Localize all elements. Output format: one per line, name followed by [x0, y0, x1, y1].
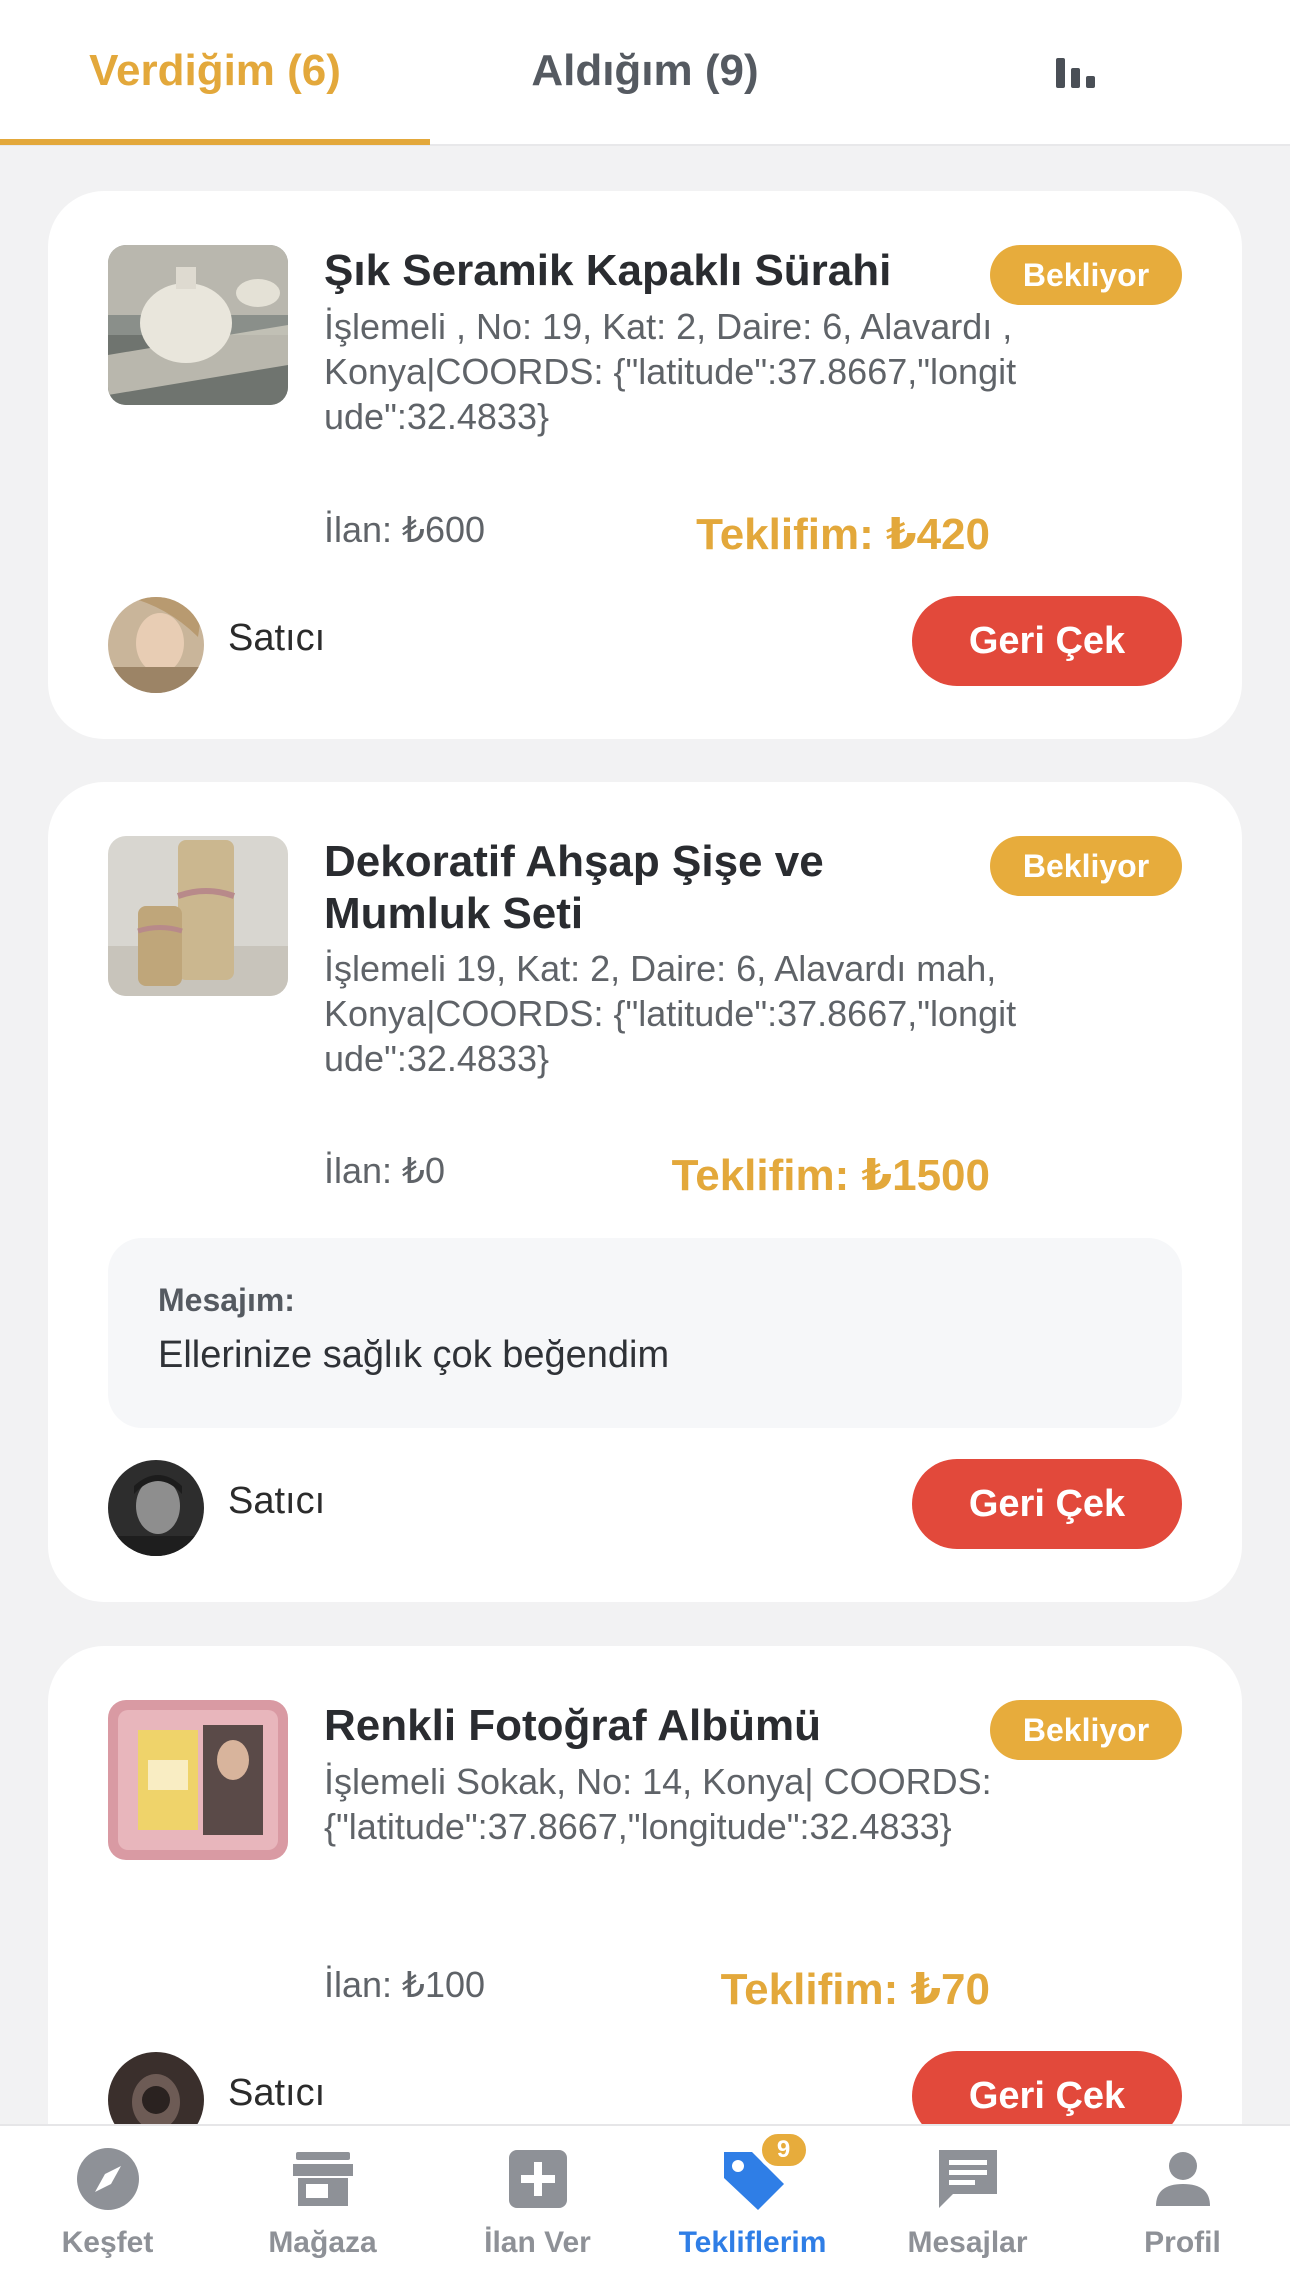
nav-my-offers[interactable]: 9 Tekliflerim [645, 2126, 860, 2293]
offer-message-box: Mesajım: Ellerinize sağlık çok beğendim [108, 1238, 1182, 1428]
listing-price: İlan: ₺600 [324, 509, 486, 550]
nav-profile-label: Profil [1144, 2226, 1221, 2259]
product-thumbnail[interactable] [108, 836, 288, 996]
status-badge: Bekliyor [990, 836, 1182, 896]
seller-label[interactable]: Satıcı [228, 2072, 325, 2115]
listing-price: İlan: ₺0 [324, 1150, 445, 1191]
nav-explore-label: Keşfet [61, 2226, 154, 2259]
offer-card: Dekoratif Ahşap Şişe ve Mumluk Seti Bekl… [48, 782, 1242, 1602]
withdraw-button[interactable]: Geri Çek [912, 596, 1182, 686]
seller-label[interactable]: Satıcı [228, 1480, 325, 1523]
offers-count-badge: 9 [757, 2130, 810, 2170]
nav-explore[interactable]: Keşfet [0, 2126, 215, 2293]
message-text: Ellerinize sağlık çok beğendim [158, 1334, 670, 1376]
seller-avatar[interactable] [108, 597, 204, 693]
status-badge: Bekliyor [990, 1700, 1182, 1760]
offer-address: İşlemeli Sokak, No: 14, Konya| COORDS: {… [324, 1761, 992, 1847]
withdraw-button[interactable]: Geri Çek [912, 1459, 1182, 1549]
tag-icon: 9 [718, 2130, 810, 2214]
tab-received[interactable]: Aldığım (9) [430, 0, 860, 142]
bottom-navigation: Keşfet Mağaza İlan Ver 9 Tekliflerim Mes… [0, 2124, 1290, 2293]
app-root: Verdiğim (6) Aldığım (9) Şık Seramik Kap… [0, 0, 1290, 2293]
nav-post-label: İlan Ver [484, 2226, 591, 2259]
nav-profile[interactable]: Profil [1075, 2126, 1290, 2293]
nav-post-listing[interactable]: İlan Ver [430, 2126, 645, 2293]
add-box-icon [503, 2144, 573, 2214]
nav-store-label: Mağaza [268, 2226, 377, 2259]
store-icon [288, 2144, 358, 2214]
offer-address: İşlemeli 19, Kat: 2, Daire: 6, Alavardı … [324, 948, 1017, 1079]
offer-title: Şık Seramik Kapaklı Sürahi [324, 246, 892, 295]
listing-price: İlan: ₺100 [324, 1964, 486, 2005]
nav-messages-label: Mesajlar [907, 2226, 1028, 2259]
product-thumbnail[interactable] [108, 245, 288, 405]
active-tab-indicator [0, 139, 430, 145]
bar-chart-icon [1055, 54, 1095, 88]
offer-card: Şık Seramik Kapaklı Sürahi Bekliyor İşle… [48, 191, 1242, 739]
seller-label[interactable]: Satıcı [228, 617, 325, 660]
tab-given[interactable]: Verdiğim (6) [0, 0, 430, 142]
my-offer-amount: Teklifim: ₺420 [696, 510, 990, 559]
offer-title: Dekoratif Ahşap Şişe ve Mumluk Seti [324, 837, 824, 938]
offers-tabbar: Verdiğim (6) Aldığım (9) [0, 0, 1290, 146]
offer-title: Renkli Fotoğraf Albümü [324, 1701, 822, 1750]
offer-card: Renkli Fotoğraf Albümü Bekliyor İşlemeli… [48, 1646, 1242, 2194]
status-badge: Bekliyor [990, 245, 1182, 305]
chat-icon [933, 2144, 1003, 2214]
person-icon [1148, 2144, 1218, 2214]
nav-messages[interactable]: Mesajlar [860, 2126, 1075, 2293]
nav-store[interactable]: Mağaza [215, 2126, 430, 2293]
product-thumbnail[interactable] [108, 1700, 288, 1860]
nav-offers-label: Tekliflerim [678, 2226, 827, 2259]
seller-avatar[interactable] [108, 1460, 204, 1556]
compass-icon [73, 2144, 143, 2214]
offer-address: İşlemeli , No: 19, Kat: 2, Daire: 6, Ala… [324, 306, 1017, 437]
my-offer-amount: Teklifim: ₺1500 [671, 1151, 990, 1200]
my-offer-amount: Teklifim: ₺70 [720, 1965, 990, 2014]
message-label: Mesajım: [158, 1282, 295, 1318]
stats-button[interactable] [860, 0, 1290, 142]
